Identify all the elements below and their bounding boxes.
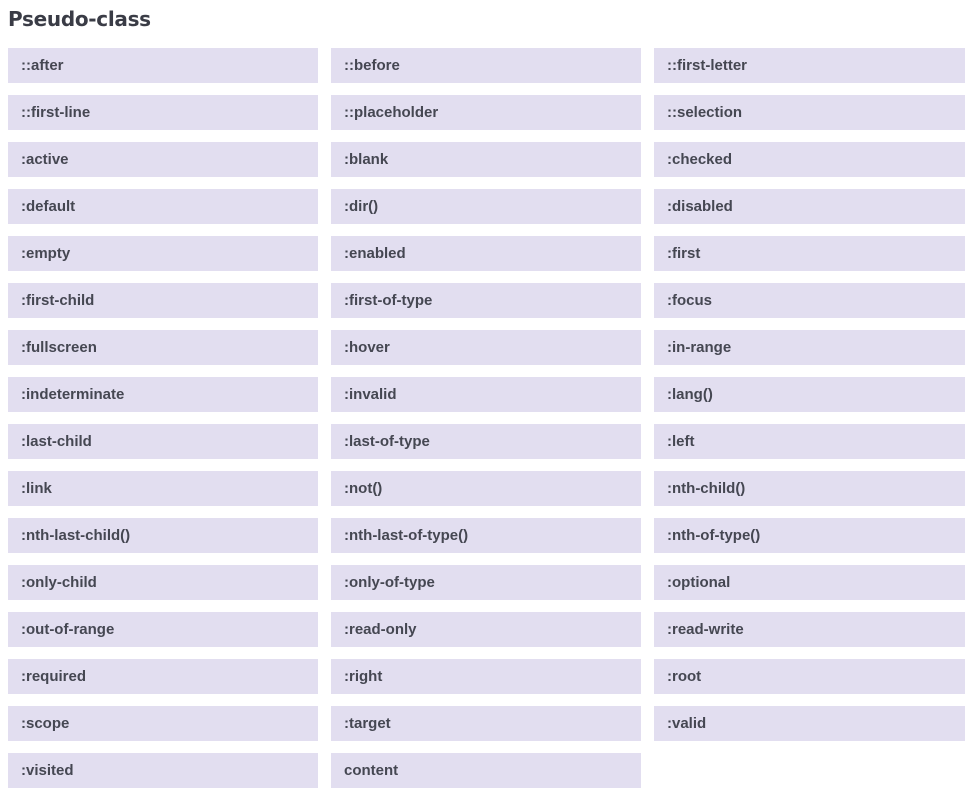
pseudo-class-item[interactable]: :default: [8, 189, 318, 224]
pseudo-class-item[interactable]: :nth-of-type(): [654, 518, 965, 553]
pseudo-class-item[interactable]: :link: [8, 471, 318, 506]
pseudo-class-item[interactable]: :blank: [331, 142, 641, 177]
pseudo-class-item[interactable]: :disabled: [654, 189, 965, 224]
pseudo-class-item[interactable]: :checked: [654, 142, 965, 177]
pseudo-class-item[interactable]: :required: [8, 659, 318, 694]
pseudo-class-item[interactable]: :focus: [654, 283, 965, 318]
pseudo-class-item[interactable]: :read-write: [654, 612, 965, 647]
pseudo-class-item[interactable]: :dir(): [331, 189, 641, 224]
page-title: Pseudo-class: [8, 7, 151, 31]
pseudo-class-item[interactable]: :invalid: [331, 377, 641, 412]
pseudo-class-item[interactable]: ::placeholder: [331, 95, 641, 130]
pseudo-class-item[interactable]: :hover: [331, 330, 641, 365]
pseudo-class-item[interactable]: :root: [654, 659, 965, 694]
pseudo-class-item[interactable]: :optional: [654, 565, 965, 600]
pseudo-class-item[interactable]: :fullscreen: [8, 330, 318, 365]
pseudo-class-item[interactable]: content: [331, 753, 641, 788]
pseudo-class-item[interactable]: :right: [331, 659, 641, 694]
pseudo-class-item[interactable]: :first-child: [8, 283, 318, 318]
pseudo-class-item[interactable]: :read-only: [331, 612, 641, 647]
pseudo-class-item[interactable]: :lang(): [654, 377, 965, 412]
pseudo-class-item[interactable]: :active: [8, 142, 318, 177]
pseudo-class-item[interactable]: :first: [654, 236, 965, 271]
pseudo-class-item[interactable]: :visited: [8, 753, 318, 788]
pseudo-class-item[interactable]: :last-child: [8, 424, 318, 459]
pseudo-class-item[interactable]: :nth-last-child(): [8, 518, 318, 553]
pseudo-class-item[interactable]: :scope: [8, 706, 318, 741]
pseudo-class-item[interactable]: ::after: [8, 48, 318, 83]
pseudo-class-item[interactable]: :out-of-range: [8, 612, 318, 647]
pseudo-class-item[interactable]: :nth-last-of-type(): [331, 518, 641, 553]
pseudo-class-item[interactable]: :not(): [331, 471, 641, 506]
page: Pseudo-class ::after::before::first-lett…: [0, 0, 979, 800]
pseudo-class-item[interactable]: :first-of-type: [331, 283, 641, 318]
pseudo-class-item[interactable]: ::selection: [654, 95, 965, 130]
pseudo-class-grid: ::after::before::first-letter::first-lin…: [8, 48, 965, 788]
pseudo-class-item[interactable]: :last-of-type: [331, 424, 641, 459]
pseudo-class-item[interactable]: :target: [331, 706, 641, 741]
pseudo-class-item[interactable]: ::first-letter: [654, 48, 965, 83]
pseudo-class-item[interactable]: :only-child: [8, 565, 318, 600]
pseudo-class-item[interactable]: :nth-child(): [654, 471, 965, 506]
pseudo-class-item[interactable]: :enabled: [331, 236, 641, 271]
pseudo-class-item[interactable]: :empty: [8, 236, 318, 271]
pseudo-class-item[interactable]: ::first-line: [8, 95, 318, 130]
pseudo-class-item[interactable]: :left: [654, 424, 965, 459]
pseudo-class-item[interactable]: :indeterminate: [8, 377, 318, 412]
pseudo-class-item[interactable]: :only-of-type: [331, 565, 641, 600]
pseudo-class-item[interactable]: :in-range: [654, 330, 965, 365]
pseudo-class-item[interactable]: :valid: [654, 706, 965, 741]
pseudo-class-item[interactable]: ::before: [331, 48, 641, 83]
